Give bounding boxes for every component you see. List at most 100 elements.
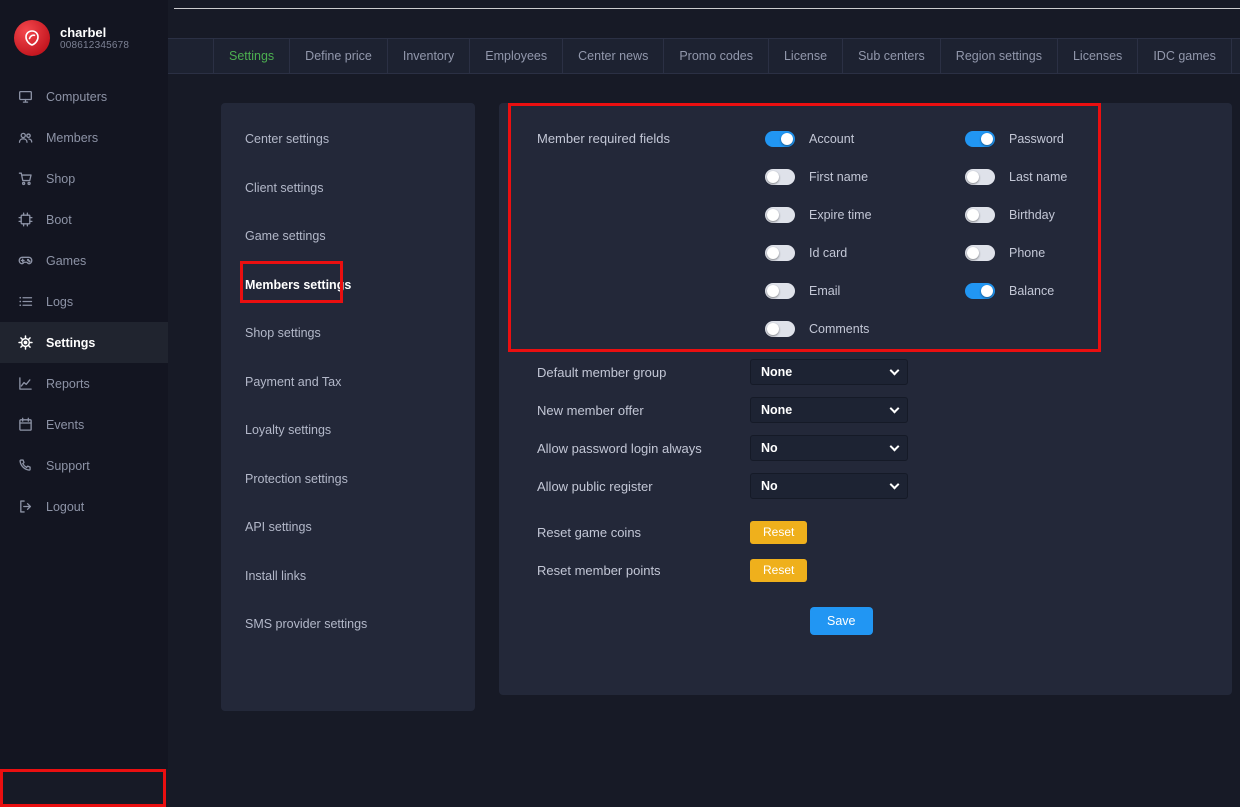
toggle-email[interactable] xyxy=(765,283,795,299)
toggle-phone[interactable] xyxy=(965,245,995,261)
top-strip xyxy=(168,0,1240,38)
settings-nav-label: Client settings xyxy=(245,181,324,195)
logout-icon xyxy=(17,499,33,515)
tab-define-price[interactable]: Define price xyxy=(290,39,388,73)
toggle-label: Last name xyxy=(1009,170,1067,184)
sidebar-item-shop[interactable]: Shop xyxy=(0,158,168,199)
reset-game-coins-button[interactable]: Reset xyxy=(750,521,807,544)
form-row: Default member group None xyxy=(537,353,1232,391)
sidebar-item-label: Logout xyxy=(46,500,84,514)
settings-nav-protection-settings[interactable]: Protection settings xyxy=(221,455,475,504)
toggle-first-name[interactable] xyxy=(765,169,795,185)
tab-licenses[interactable]: Licenses xyxy=(1058,39,1138,73)
sidebar-item-reports[interactable]: Reports xyxy=(0,363,168,404)
sidebar-nav: Computers Members Shop Boot Games Logs xyxy=(0,76,168,527)
user-phone: 008612345678 xyxy=(60,40,129,51)
toggle-knob xyxy=(981,285,993,297)
settings-nav-api-settings[interactable]: API settings xyxy=(221,503,475,552)
settings-nav-loyalty-settings[interactable]: Loyalty settings xyxy=(221,406,475,455)
member-options-form: Default member group None New member off… xyxy=(537,353,1232,635)
save-button[interactable]: Save xyxy=(810,607,873,635)
games-gamepad-icon xyxy=(17,253,33,269)
tab-label: Settings xyxy=(229,49,274,63)
toggle-birthday[interactable] xyxy=(965,207,995,223)
sidebar-item-boot[interactable]: Boot xyxy=(0,199,168,240)
tab-label: Region settings xyxy=(956,49,1042,63)
toggle-knob xyxy=(767,209,779,221)
tab-inventory[interactable]: Inventory xyxy=(388,39,470,73)
sidebar-item-logs[interactable]: Logs xyxy=(0,281,168,322)
toggle-knob xyxy=(781,133,793,145)
toggle-password[interactable] xyxy=(965,131,995,147)
settings-nav-install-links[interactable]: Install links xyxy=(221,552,475,601)
app-logo xyxy=(14,20,50,56)
sidebar-item-label: Support xyxy=(46,459,90,473)
tab-promo-codes[interactable]: Promo codes xyxy=(664,39,769,73)
required-field-row: Account xyxy=(765,127,965,151)
annotation-box-settings-sidebar xyxy=(0,769,166,807)
sidebar-item-label: Games xyxy=(46,254,86,268)
sidebar: charbel 008612345678 Computers Members S… xyxy=(0,0,168,769)
tab-label: Sub centers xyxy=(858,49,925,63)
toggle-expire-time[interactable] xyxy=(765,207,795,223)
sidebar-item-label: Reports xyxy=(46,377,90,391)
toggle-knob xyxy=(967,171,979,183)
gear-icon xyxy=(17,335,33,351)
sidebar-item-settings[interactable]: Settings xyxy=(0,322,168,363)
new-member-offer-select-wrap: None xyxy=(750,397,908,423)
toggle-label: Password xyxy=(1009,132,1064,146)
toggle-last-name[interactable] xyxy=(965,169,995,185)
sidebar-item-label: Events xyxy=(46,418,84,432)
tab-sub-centers[interactable]: Sub centers xyxy=(843,39,941,73)
tab-center-news[interactable]: Center news xyxy=(563,39,664,73)
new-member-offer-select[interactable]: None xyxy=(750,397,908,423)
user-profile[interactable]: charbel 008612345678 xyxy=(0,16,168,76)
toggle-knob xyxy=(767,323,779,335)
toggle-account[interactable] xyxy=(765,131,795,147)
toggle-balance[interactable] xyxy=(965,283,995,299)
sidebar-item-games[interactable]: Games xyxy=(0,240,168,281)
toggle-id-card[interactable] xyxy=(765,245,795,261)
reset-member-points-button[interactable]: Reset xyxy=(750,559,807,582)
toggle-label: Balance xyxy=(1009,284,1054,298)
settings-nav-client-settings[interactable]: Client settings xyxy=(221,164,475,213)
settings-nav-members-settings[interactable]: Members settings xyxy=(221,261,475,310)
sidebar-item-members[interactable]: Members xyxy=(0,117,168,158)
settings-nav-center-settings[interactable]: Center settings xyxy=(221,115,475,164)
tab-region-settings[interactable]: Region settings xyxy=(941,39,1058,73)
save-row: Save xyxy=(537,607,1232,635)
sidebar-item-label: Boot xyxy=(46,213,72,227)
settings-nav-sms-provider-settings[interactable]: SMS provider settings xyxy=(221,600,475,649)
settings-nav-game-settings[interactable]: Game settings xyxy=(221,212,475,261)
allow-public-register-select[interactable]: No xyxy=(750,473,908,499)
tab-settings[interactable]: Settings xyxy=(213,39,290,73)
settings-nav-payment-and-tax[interactable]: Payment and Tax xyxy=(221,358,475,407)
sidebar-item-label: Settings xyxy=(46,336,95,350)
required-field-row: Comments xyxy=(765,317,965,341)
tab-idc-games[interactable]: IDC games xyxy=(1138,39,1232,73)
settings-nav-label: Shop settings xyxy=(245,326,321,340)
settings-nav-shop-settings[interactable]: Shop settings xyxy=(221,309,475,358)
required-field-row: Email xyxy=(765,279,965,303)
tab-license[interactable]: License xyxy=(769,39,843,73)
sidebar-item-logout[interactable]: Logout xyxy=(0,486,168,527)
sidebar-item-computers[interactable]: Computers xyxy=(0,76,168,117)
required-field-row: Phone xyxy=(965,241,1165,265)
support-phone-icon xyxy=(17,458,33,474)
required-fields-column-2: Password Last name Birthday xyxy=(965,127,1165,341)
toggle-label: First name xyxy=(809,170,868,184)
allow-password-login-select[interactable]: No xyxy=(750,435,908,461)
toggle-comments[interactable] xyxy=(765,321,795,337)
default-member-group-select[interactable]: None xyxy=(750,359,908,385)
sidebar-item-support[interactable]: Support xyxy=(0,445,168,486)
sidebar-item-events[interactable]: Events xyxy=(0,404,168,445)
required-field-row: First name xyxy=(765,165,965,189)
settings-nav-label: Protection settings xyxy=(245,472,348,486)
tab-label: Inventory xyxy=(403,49,454,63)
settings-category-nav: Center settings Client settings Game set… xyxy=(221,103,475,711)
sidebar-item-label: Computers xyxy=(46,90,107,104)
toggle-label: Phone xyxy=(1009,246,1045,260)
tab-employees[interactable]: Employees xyxy=(470,39,563,73)
content-area: Center settings Client settings Game set… xyxy=(168,74,1240,769)
form-label: Allow password login always xyxy=(537,441,750,456)
